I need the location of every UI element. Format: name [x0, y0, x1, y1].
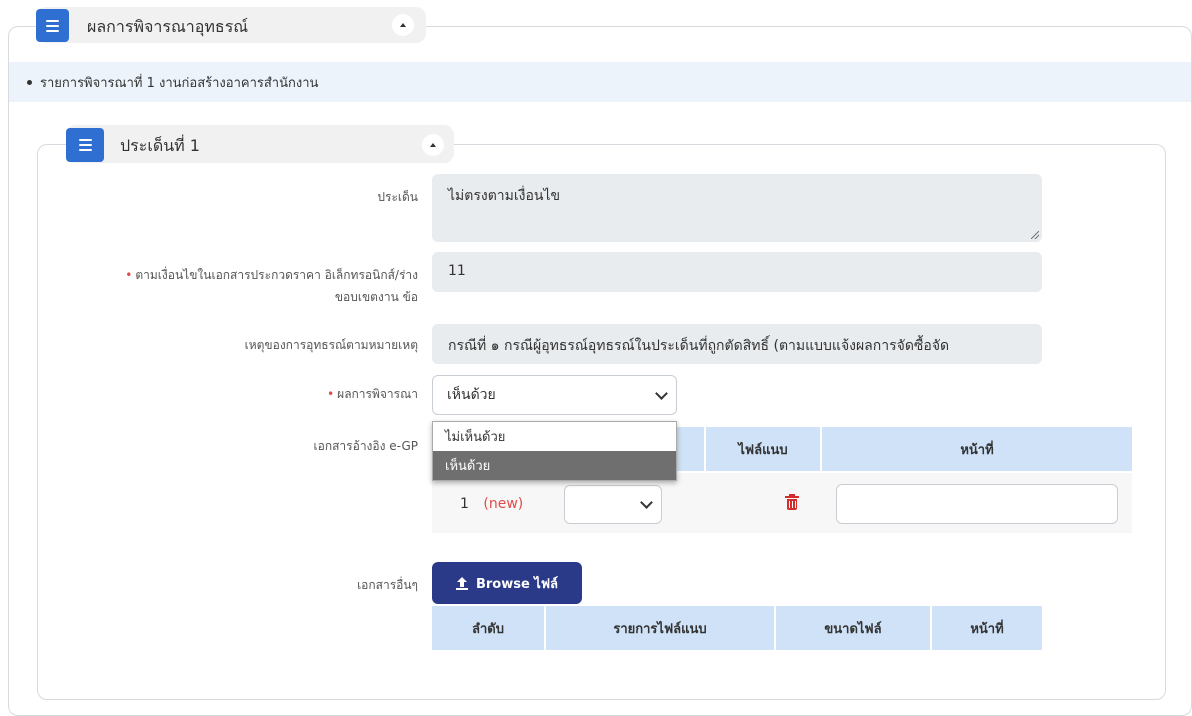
- reason-value: กรณีที่ ๑ กรณีผู้อุทธรณ์อุทธรณ์ในประเด็น…: [448, 338, 950, 354]
- reason-field[interactable]: กรณีที่ ๑ กรณีผู้อุทธรณ์อุทธรณ์ในประเด็น…: [432, 324, 1042, 364]
- condition-field[interactable]: 11: [432, 252, 1042, 292]
- inner-section-title: ประเด็นที่ 1: [120, 136, 200, 155]
- file-table-header-page: หน้าที่: [932, 606, 1042, 650]
- issue-textarea[interactable]: ไม่ตรงตามเงื่อนไข: [432, 174, 1042, 242]
- outer-section-header: ผลการพิจารณาอุทธรณ์: [36, 7, 426, 43]
- result-select-value: เห็นด้วย: [447, 387, 496, 403]
- caret-up-icon: [400, 23, 406, 27]
- required-mark: •: [327, 387, 335, 401]
- ref-row-index: 1 (new): [460, 496, 524, 512]
- file-table-header-index: ลำดับ: [432, 606, 544, 650]
- inner-collapse-button[interactable]: [422, 134, 444, 156]
- menu-icon[interactable]: [66, 128, 104, 162]
- condition-value: 11: [448, 263, 466, 279]
- ref-table-header-attachment: ไฟล์แนบ: [706, 427, 820, 471]
- menu-icon[interactable]: [36, 9, 69, 42]
- condition-label: • ตามเงื่อนไขในเอกสารประกวดราคา อิเล็กทรอ…: [125, 268, 418, 304]
- required-mark: •: [125, 268, 133, 282]
- other-doc-label: เอกสารอื่นๆ: [357, 578, 418, 592]
- outer-section-title: ผลการพิจารณาอุทธรณ์: [87, 17, 249, 36]
- inner-section-header: ประเด็นที่ 1: [66, 125, 454, 163]
- bullet-icon: [27, 79, 32, 85]
- issue-value: ไม่ตรงตามเงื่อนไข: [448, 188, 561, 204]
- ref-table-header-page: หน้าที่: [822, 427, 1132, 471]
- trash-icon: [785, 494, 799, 510]
- option-disagree[interactable]: ไม่เห็นด้วย: [433, 422, 676, 451]
- issue-label: ประเด็น: [377, 190, 418, 204]
- consideration-item-text: รายการพิจารณาที่ 1 งานก่อสร้างอาคารสำนัก…: [40, 75, 319, 91]
- result-select[interactable]: เห็นด้วย: [432, 375, 677, 415]
- reason-label: เหตุของการอุทธรณ์ตามหมายเหตุ: [244, 338, 418, 352]
- upload-icon: [455, 576, 468, 590]
- delete-button[interactable]: [785, 494, 799, 510]
- result-label: • ผลการพิจารณา: [327, 387, 418, 401]
- caret-up-icon: [430, 143, 436, 147]
- new-tag: (new): [483, 496, 524, 512]
- ref-doc-label: เอกสารอ้างอิง e-GP: [313, 439, 418, 453]
- chevron-down-icon: [655, 386, 668, 400]
- browse-file-button[interactable]: Browse ไฟล์: [432, 562, 582, 604]
- result-options-dropdown: ไม่เห็นด้วย เห็นด้วย: [432, 421, 677, 481]
- file-table-header-size: ขนาดไฟล์: [776, 606, 930, 650]
- chevron-down-icon: [640, 496, 653, 509]
- resize-handle-icon[interactable]: [1031, 231, 1039, 239]
- consideration-item-band: รายการพิจารณาที่ 1 งานก่อสร้างอาคารสำนัก…: [9, 62, 1191, 102]
- page-number-input[interactable]: [836, 484, 1118, 524]
- file-table-header-filename: รายการไฟล์แนบ: [546, 606, 774, 650]
- option-agree[interactable]: เห็นด้วย: [433, 451, 676, 480]
- ref-doc-select[interactable]: [564, 485, 662, 524]
- outer-collapse-button[interactable]: [392, 14, 414, 36]
